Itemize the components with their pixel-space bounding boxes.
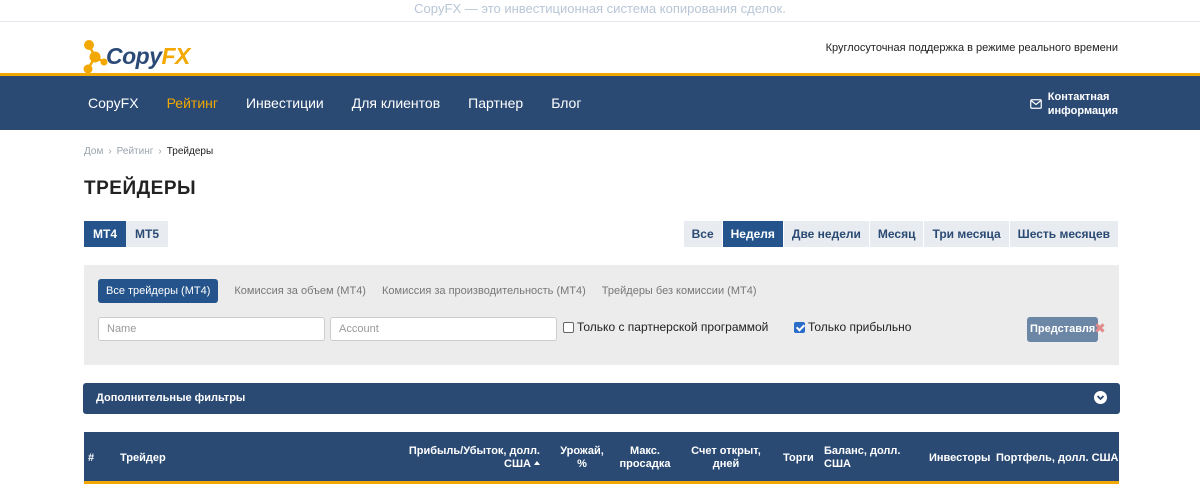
partner-only-checkbox-box[interactable] — [563, 321, 574, 333]
support-text: Круглосуточная поддержка в режиме реальн… — [825, 42, 1118, 54]
apply-filter-button[interactable]: Представля — [1027, 317, 1099, 342]
chevron-down-icon[interactable] — [1094, 391, 1107, 404]
period-tab-week[interactable]: Неделя — [721, 221, 783, 247]
profitable-only-checkbox-box[interactable] — [794, 321, 805, 333]
nav-item-blog[interactable]: Блог — [551, 95, 581, 111]
site-header: CopyFX Круглосуточная поддержка в режиме… — [0, 22, 1200, 76]
col-account-open-days[interactable]: Счет открыт, дней — [684, 445, 768, 471]
col-trader[interactable]: Трейдер — [120, 452, 166, 465]
partner-only-label: Только с партнерской программой — [577, 320, 769, 334]
logo-text: CopyFX — [106, 42, 190, 69]
breadcrumb: Дом › Рейтинг › Трейдеры — [84, 146, 213, 157]
traders-table-header: # Трейдер Прибыль/Убыток, долл. США Урожа… — [84, 432, 1119, 484]
col-yield[interactable]: Урожай,% — [552, 445, 612, 471]
contact-info-link[interactable]: Контактная информация — [1029, 90, 1118, 118]
envelope-icon — [1029, 99, 1042, 109]
nav-item-investments[interactable]: Инвестиции — [246, 95, 324, 111]
period-tabs: Все Неделя Две недели Месяц Три месяца Ш… — [682, 221, 1118, 247]
name-input[interactable] — [98, 317, 325, 341]
breadcrumb-separator: › — [108, 146, 112, 157]
col-profit-loss[interactable]: Прибыль/Убыток, долл. США — [400, 445, 540, 471]
platform-tabs: MT4 MT5 — [84, 221, 168, 247]
page-title: ТРЕЙДЕРЫ — [84, 178, 197, 199]
breadcrumb-home[interactable]: Дом — [84, 146, 103, 157]
col-investors[interactable]: Инвесторы — [929, 452, 990, 465]
reset-filter-icon[interactable]: ✖ — [1094, 320, 1106, 337]
filter-panel: Все трейдеры (MT4) Комиссия за объем (MT… — [84, 265, 1119, 365]
top-banner: CopyFX — это инвестиционная система копи… — [0, 0, 1200, 22]
col-number: # — [88, 452, 95, 464]
period-tab-month[interactable]: Месяц — [868, 221, 924, 247]
account-input[interactable] — [330, 317, 557, 341]
col-balance[interactable]: Баланс, долл. США — [824, 445, 900, 471]
col-portfolio[interactable]: Портфель, долл. США — [996, 452, 1119, 465]
nav-item-partner[interactable]: Партнер — [468, 95, 523, 111]
nav-item-copyfx[interactable]: CopyFX — [88, 95, 139, 111]
breadcrumb-rating[interactable]: Рейтинг — [117, 146, 154, 157]
period-tab-three-months[interactable]: Три месяца — [923, 221, 1009, 247]
period-tab-all[interactable]: Все — [682, 221, 722, 247]
profitable-only-checkbox[interactable]: Только прибыльно — [794, 320, 911, 334]
tab-mt5[interactable]: MT5 — [126, 221, 168, 247]
period-tab-two-weeks[interactable]: Две недели — [782, 221, 869, 247]
tab-mt4[interactable]: MT4 — [84, 221, 126, 247]
nav-item-rating[interactable]: Рейтинг — [167, 95, 218, 111]
filter-tab-performance-commission[interactable]: Комиссия за производительность (MT4) — [382, 285, 586, 297]
extra-filters-toggle[interactable]: Дополнительные фильтры — [83, 383, 1120, 414]
nav-item-for-clients[interactable]: Для клиентов — [352, 95, 440, 111]
extra-filters-label: Дополнительные фильтры — [96, 392, 246, 404]
col-max-drawdown[interactable]: Макс. просадка — [614, 445, 676, 471]
filter-tab-volume-commission[interactable]: Комиссия за объем (MT4) — [234, 285, 366, 297]
filter-tab-no-commission[interactable]: Трейдеры без комиссии (MT4) — [602, 285, 757, 297]
sort-asc-icon — [534, 461, 540, 465]
main-nav: CopyFX Рейтинг Инвестиции Для клиентов П… — [0, 76, 1200, 130]
profitable-only-label: Только прибыльно — [808, 320, 912, 334]
contact-label: Контактная информация — [1047, 91, 1118, 117]
period-tab-six-months[interactable]: Шесть месяцев — [1008, 221, 1118, 247]
breadcrumb-current: Трейдеры — [166, 146, 214, 157]
trader-type-tabs: Все трейдеры (MT4) Комиссия за объем (MT… — [98, 279, 772, 303]
logo[interactable]: CopyFX — [82, 38, 190, 74]
filter-tab-all-traders[interactable]: Все трейдеры (MT4) — [98, 279, 219, 303]
col-trades[interactable]: Торги — [783, 452, 814, 465]
breadcrumb-separator: › — [158, 146, 162, 157]
partner-only-checkbox[interactable]: Только с партнерской программой — [563, 320, 768, 334]
molecule-logo-icon — [83, 40, 108, 74]
